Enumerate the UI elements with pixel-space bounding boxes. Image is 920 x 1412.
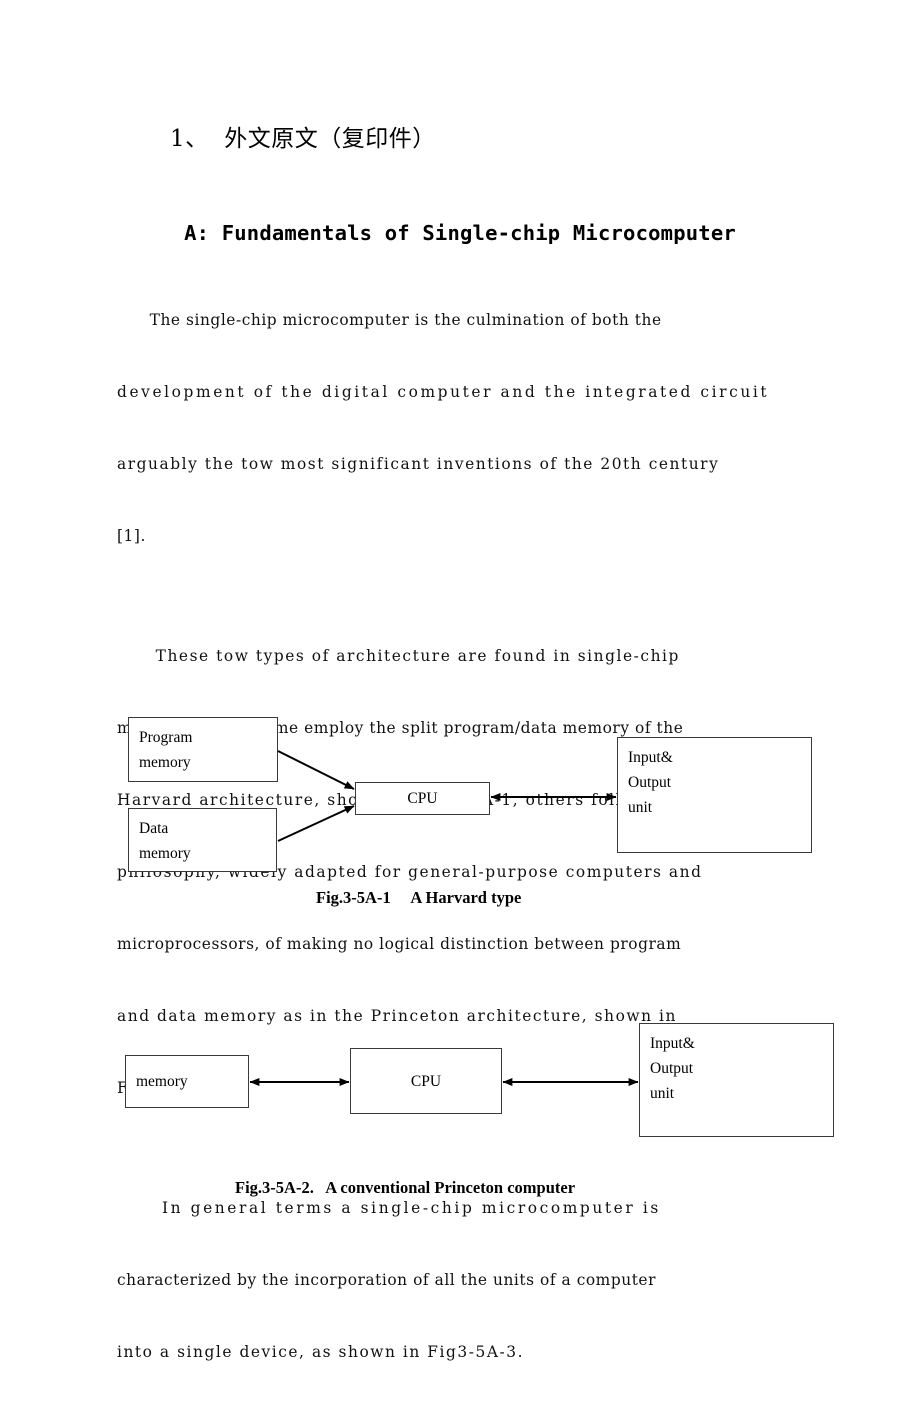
node-io-unit-harvard: Input& Output unit	[617, 737, 812, 853]
paragraph-3-line-3: into a single device, as shown in Fig3-5…	[117, 1343, 525, 1361]
node-cpu-harvard-label: CPU	[407, 790, 438, 807]
figure-harvard-caption: Fig.3-5A-1 A Harvard type	[316, 888, 522, 907]
paragraph-1-line-1: The single-chip microcomputer is the cul…	[117, 311, 662, 329]
section-heading: 1、 外文原文（复印件）	[170, 126, 436, 152]
node-memory-princeton-label: memory	[136, 1073, 188, 1090]
paragraph-3-line-2: characterized by the incorporation of al…	[117, 1271, 656, 1289]
node-program-memory: Program memory	[128, 717, 278, 782]
paragraph-2-line-1: These tow types of architecture are foun…	[117, 647, 680, 665]
node-cpu-princeton: CPU	[350, 1048, 502, 1114]
node-memory-princeton: memory	[125, 1055, 249, 1108]
paragraph-2-line-5: microprocessors, of making no logical di…	[117, 935, 682, 953]
node-program-memory-label: Program memory	[139, 729, 193, 771]
article-title: A: Fundamentals of Single-chip Microcomp…	[184, 221, 736, 245]
node-io-unit-harvard-label: Input& Output unit	[628, 749, 673, 816]
node-io-unit-princeton-label: Input& Output unit	[650, 1035, 695, 1102]
node-data-memory-label: Data memory	[139, 820, 191, 862]
paragraph-1: The single-chip microcomputer is the cul…	[117, 260, 857, 596]
paragraph-3-line-1: In general terms a single-chip microcomp…	[117, 1199, 661, 1217]
node-io-unit-princeton: Input& Output unit	[639, 1023, 834, 1137]
node-data-memory: Data memory	[128, 808, 277, 872]
node-cpu-princeton-label: CPU	[410, 1072, 442, 1090]
paragraph-1-line-4: [1].	[117, 527, 146, 545]
figure-princeton-caption: Fig.3-5A-2. A conventional Princeton com…	[235, 1178, 576, 1197]
paragraph-1-line-3: arguably the tow most significant invent…	[117, 455, 720, 473]
paragraph-1-line-2: development of the digital computer and …	[117, 383, 770, 401]
node-cpu-harvard: CPU	[355, 782, 490, 815]
